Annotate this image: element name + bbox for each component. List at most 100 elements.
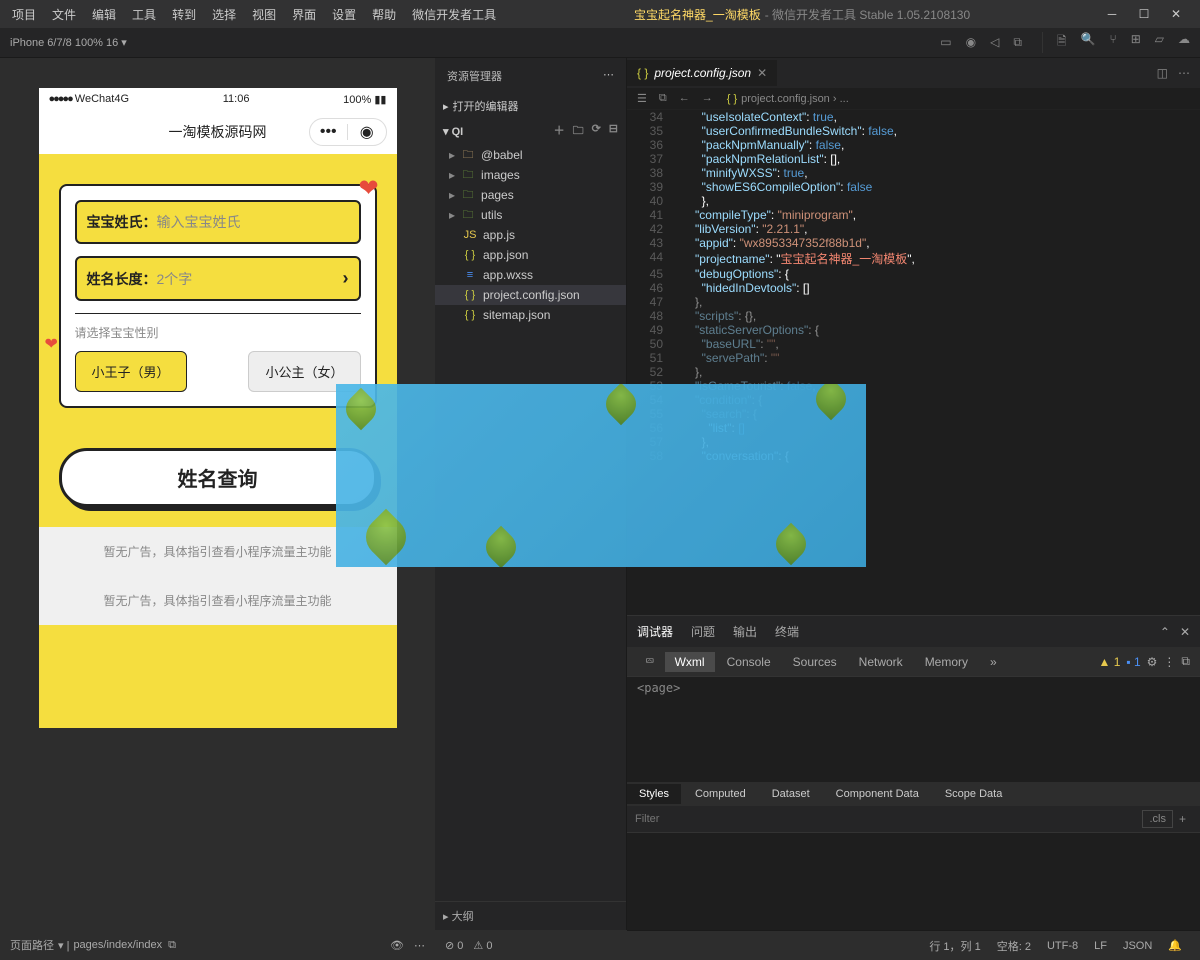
more-icon[interactable]: ⋯ [404,939,425,952]
dt-tab-终端[interactable]: 终端 [775,620,799,643]
collapse-icon[interactable]: ⊟ [609,122,618,141]
menu-微信开发者工具[interactable]: 微信开发者工具 [404,2,504,27]
more-icon[interactable]: ⋯ [1178,66,1190,80]
dt-subtab-Network[interactable]: Network [849,652,913,672]
maximize-icon[interactable]: ☐ [1132,2,1156,26]
explorer-title: 资源管理器 [447,68,502,84]
style-tab-Scope Data[interactable]: Scope Data [933,784,1014,804]
style-tab-Styles[interactable]: Styles [627,784,681,804]
menu-文件[interactable]: 文件 [44,2,84,27]
sim-toolbar-icons: ▭ ◉ ◁ ⧉ [940,35,1022,50]
page-title: 一淘模板源码网 [169,122,267,142]
mute-icon[interactable]: ◁ [990,35,999,50]
sim-statusbar: 页面路径▾ | pages/index/index ⧉ 👁 ⋯ [0,930,435,960]
branch-icon[interactable]: ⑂ [1110,32,1117,53]
chevron-right-icon: ▸ [443,100,449,113]
query-button[interactable]: 姓名查询 [59,448,377,507]
main-menu: 项目文件编辑工具转到选择视图界面设置帮助微信开发者工具 [4,2,504,27]
debug-icon[interactable]: ▱ [1155,32,1164,53]
eye-icon[interactable]: 👁 [390,939,404,952]
file-app.json[interactable]: { }app.json [435,245,626,265]
menu-工具[interactable]: 工具 [124,2,164,27]
phone-statusbar: ●●●●● WeChat4G 11:06 100% ▮▮ [39,88,397,110]
file-images[interactable]: ▸ 🗀images [435,165,626,185]
file-sitemap.json[interactable]: { }sitemap.json [435,305,626,325]
split-icon[interactable]: ◫ [1157,66,1168,80]
file-pages[interactable]: ▸ 🗀pages [435,185,626,205]
dt-subtab-Sources[interactable]: Sources [783,652,847,672]
wxml-tree[interactable]: <page> [627,677,1200,782]
filter-input[interactable] [635,813,1142,825]
search-icon[interactable]: 🔍 [1081,32,1096,53]
device-selector[interactable]: iPhone 6/7/8 100% 16 ▾ [10,36,127,49]
dt-tab-问题[interactable]: 问题 [691,620,715,643]
chevron-up-icon[interactable]: ⌃ [1160,625,1170,639]
open-editors-header[interactable]: ▸ 打开的编辑器 [435,94,626,118]
length-field[interactable]: 姓名长度： 2个字 › [75,256,361,301]
refresh-icon[interactable]: ⟳ [592,122,601,141]
menu-编辑[interactable]: 编辑 [84,2,124,27]
ext-icon[interactable]: ⊞ [1131,32,1141,53]
devtools-tabs: 调试器问题输出终端 ⌃ ✕ [627,616,1200,647]
status-bar-row: 页面路径▾ | pages/index/index ⧉ 👁 ⋯ ⊘ 0 ⚠ 0 … [0,930,1200,960]
dt-subtab-Wxml[interactable]: Wxml [665,652,715,672]
files-icon[interactable]: 🗎 [1057,32,1067,53]
record-icon[interactable]: ◉ [966,35,976,50]
menu-选择[interactable]: 选择 [204,2,244,27]
dt-tab-输出[interactable]: 输出 [733,620,757,643]
nav-fwd-icon[interactable]: → [702,92,713,105]
dt-subtab-Memory[interactable]: Memory [915,652,978,672]
dt-subtab-Console[interactable]: Console [717,652,781,672]
gear-icon[interactable]: ⚙ [1147,655,1158,669]
menu-视图[interactable]: 视图 [244,2,284,27]
file-project.config.json[interactable]: { }project.config.json [435,285,626,305]
new-file-icon[interactable]: ＋ [554,122,565,141]
dt-tab-调试器[interactable]: 调试器 [637,620,673,643]
capsule-button[interactable]: ••• ◉ [309,118,387,146]
more-icon[interactable]: ⋯ [603,68,614,84]
target-icon[interactable]: ◉ [348,122,386,142]
nav-back-icon[interactable]: ← [679,92,690,105]
more-icon[interactable]: » [980,652,1007,672]
new-folder-icon[interactable]: 🗀 [573,122,584,141]
project-root-header[interactable]: ▾ QI ＋ 🗀 ⟳ ⊟ [435,118,626,145]
menu-界面[interactable]: 界面 [284,2,324,27]
minimize-icon[interactable]: ─ [1100,2,1124,26]
json-icon: { } [727,93,737,105]
chevron-right-icon: ▸ [443,911,449,923]
menu-dots-icon[interactable]: ••• [310,123,348,141]
copy-icon[interactable]: ⧉ [162,939,176,952]
outline-header[interactable]: ▸ 大纲 [435,901,626,930]
bell-icon[interactable]: 🔔 [1160,939,1190,952]
bookmark-icon[interactable]: ⧉ [659,92,667,105]
close-icon[interactable]: ✕ [1164,2,1188,26]
file-utils[interactable]: ▸ 🗀utils [435,205,626,225]
file-app.js[interactable]: JSapp.js [435,225,626,245]
add-icon[interactable]: + [1173,812,1192,826]
boy-button[interactable]: 小王子（男） [75,351,187,392]
phone-icon[interactable]: ▭ [940,35,951,50]
phone-navbar: 一淘模板源码网 ••• ◉ [39,110,397,154]
overlay-image [336,384,866,567]
cls-toggle[interactable]: .cls [1142,810,1173,828]
close-icon[interactable]: ✕ [1180,625,1190,639]
style-tab-Computed[interactable]: Computed [683,784,758,804]
style-tab-Dataset[interactable]: Dataset [760,784,822,804]
style-tab-Component Data[interactable]: Component Data [824,784,931,804]
file-@babel[interactable]: ▸ 🗀@babel [435,145,626,165]
menu-设置[interactable]: 设置 [324,2,364,27]
page-path[interactable]: pages/index/index [73,939,162,951]
file-app.wxss[interactable]: ≡app.wxss [435,265,626,285]
menu-转到[interactable]: 转到 [164,2,204,27]
breadcrumb: ☰ ⧉ ← → { } project.config.json › ... [627,88,1200,110]
menu-帮助[interactable]: 帮助 [364,2,404,27]
heart-icon: ❤ [45,334,69,358]
window-icon[interactable]: ⧉ [1013,35,1022,50]
list-icon[interactable]: ☰ [637,92,647,105]
surname-field[interactable]: 宝宝姓氏： 输入宝宝姓氏 [75,200,361,244]
cloud-icon[interactable]: ☁ [1178,32,1190,53]
inspect-icon[interactable]: ⮹ [637,651,663,672]
tab-project-config[interactable]: { } project.config.json ✕ [627,60,777,86]
menu-项目[interactable]: 项目 [4,2,44,27]
close-tab-icon[interactable]: ✕ [757,66,767,80]
